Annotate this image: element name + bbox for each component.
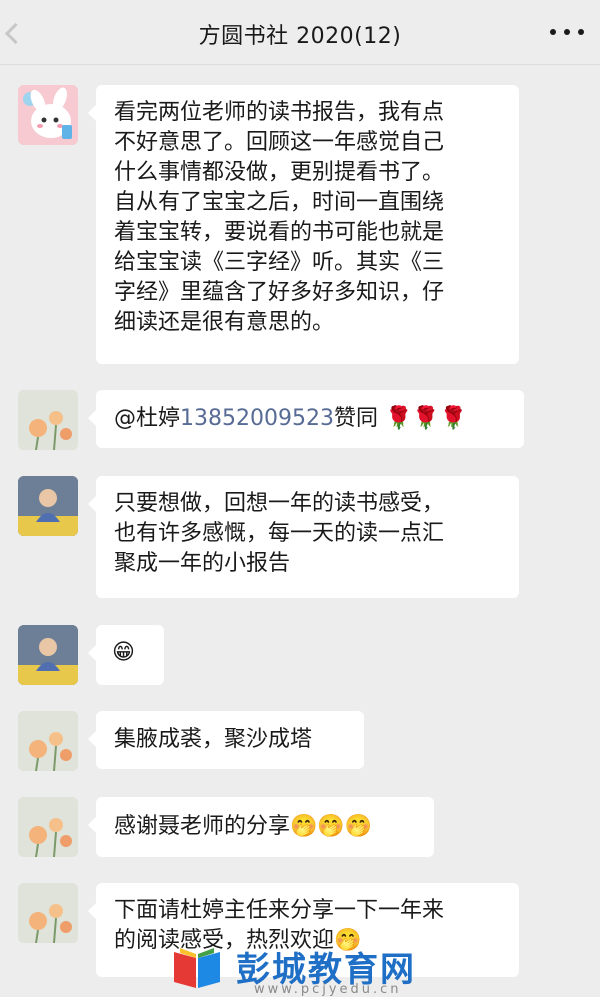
message-bubble[interactable]: 😁 bbox=[88, 625, 164, 685]
message-text: 感谢聂老师的分享 bbox=[114, 814, 291, 839]
message-text-line: 下面请杜婷主任来分享一下一年来 bbox=[114, 898, 445, 923]
message-text-line: 聚成一年的小报告 bbox=[114, 551, 291, 576]
message-bubble[interactable]: 看完两位老师的读书报告，我有点 不好意思了。回顾这一年感觉自己 什么事情都没做，… bbox=[88, 85, 519, 364]
message-text-line: 不好意思了。回顾这一年感觉自己 bbox=[114, 130, 445, 155]
book-logo-icon bbox=[174, 948, 220, 988]
message-text-line: 只要想做，回想一年的读书感受， bbox=[114, 491, 445, 516]
more-button[interactable] bbox=[550, 22, 584, 42]
message-bubble[interactable]: @杜婷13852009523赞同 🌹🌹🌹 bbox=[88, 390, 524, 448]
message-bubble[interactable]: 只要想做，回想一年的读书感受， 也有许多感慨，每一天的读一点汇 聚成一年的小报告 bbox=[88, 476, 519, 598]
message-text-line: 给宝宝读《三字经》听。其实《三 bbox=[114, 250, 445, 275]
chat-header: 方圆书社 2020(12) bbox=[0, 0, 600, 65]
mention-text[interactable]: @杜婷 bbox=[114, 406, 180, 431]
person-avatar[interactable] bbox=[18, 476, 78, 536]
shy-emoji-icon: 🤭🤭🤭 bbox=[290, 814, 373, 839]
rabbit-avatar[interactable] bbox=[18, 85, 78, 145]
message-text-line: 字经》里蕴含了好多好多知识，仔 bbox=[114, 280, 445, 305]
flower-avatar[interactable] bbox=[18, 883, 78, 943]
message-text-line: 也有许多感慨，每一天的读一点汇 bbox=[114, 521, 445, 546]
person-avatar[interactable] bbox=[18, 625, 78, 685]
watermark: 彭城教育网 www.pcjyedu.cn bbox=[170, 938, 460, 997]
message-text: 赞同 bbox=[333, 406, 378, 431]
phone-link[interactable]: 13852009523 bbox=[180, 406, 334, 431]
watermark-url: www.pcjyedu.cn bbox=[254, 982, 402, 997]
flower-avatar[interactable] bbox=[18, 390, 78, 450]
more-dots-icon bbox=[550, 29, 556, 35]
message-text-line: 自从有了宝宝之后，时间一直围绕 bbox=[114, 190, 445, 215]
flower-avatar[interactable] bbox=[18, 797, 78, 857]
message-bubble[interactable]: 感谢聂老师的分享🤭🤭🤭 bbox=[88, 797, 434, 857]
message-text-line: 细读还是很有意思的。 bbox=[114, 310, 335, 335]
message-text-line: 集腋成裘，聚沙成塔 bbox=[114, 727, 313, 752]
message-bubble[interactable]: 集腋成裘，聚沙成塔 bbox=[88, 711, 364, 769]
flower-avatar[interactable] bbox=[18, 711, 78, 771]
message-text-line: 看完两位老师的读书报告，我有点 bbox=[114, 100, 445, 125]
grin-emoji-icon: 😁 bbox=[112, 640, 135, 665]
rose-emoji-icon: 🌹🌹🌹 bbox=[385, 406, 468, 431]
message-text-line: 着宝宝转，要说看的书可能也就是 bbox=[114, 220, 445, 245]
chat-title: 方圆书社 2020(12) bbox=[198, 24, 402, 49]
message-text-line: 什么事情都没做，更别提看书了。 bbox=[114, 160, 445, 185]
